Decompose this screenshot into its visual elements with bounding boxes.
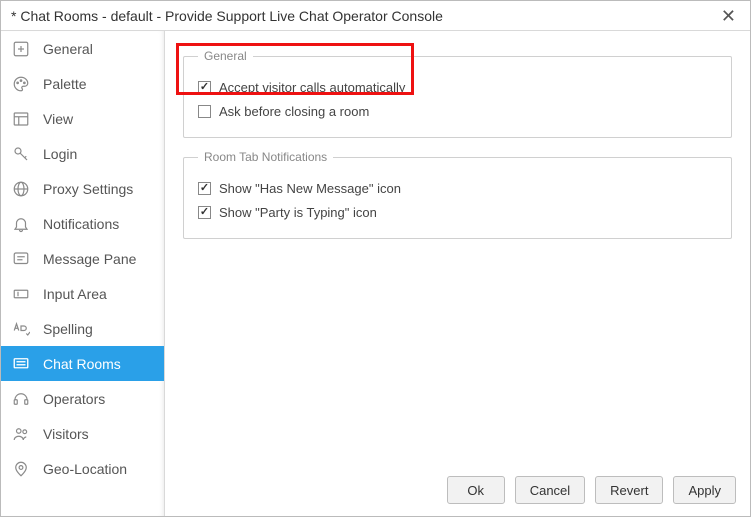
sidebar-item-label: Geo-Location xyxy=(43,461,127,477)
checkbox-icon xyxy=(198,206,211,219)
sidebar-item-label: Input Area xyxy=(43,286,107,302)
apply-button[interactable]: Apply xyxy=(673,476,736,504)
group-legend: General xyxy=(198,49,253,63)
chat-lines-icon xyxy=(11,355,31,373)
bell-icon xyxy=(11,215,31,233)
dialog-footer: Ok Cancel Revert Apply xyxy=(165,464,750,516)
sidebar-item-general[interactable]: General xyxy=(1,31,164,66)
sidebar-item-label: Operators xyxy=(43,391,105,407)
checkbox-label: Show "Party is Typing" icon xyxy=(219,205,377,220)
palette-icon xyxy=(11,75,31,93)
globe-icon xyxy=(11,180,31,198)
checkbox-label: Accept visitor calls automatically xyxy=(219,80,405,95)
checkbox-label: Show "Has New Message" icon xyxy=(219,181,401,196)
spellcheck-icon xyxy=(11,320,31,338)
sidebar: General Palette View Login Proxy Setting… xyxy=(1,31,165,516)
sidebar-item-label: Chat Rooms xyxy=(43,356,121,372)
sidebar-item-palette[interactable]: Palette xyxy=(1,66,164,101)
input-cursor-icon xyxy=(11,285,31,303)
checkbox-label: Ask before closing a room xyxy=(219,104,369,119)
close-icon[interactable]: ✕ xyxy=(715,5,742,27)
sidebar-item-label: Proxy Settings xyxy=(43,181,133,197)
ok-button[interactable]: Ok xyxy=(447,476,505,504)
checkbox-accept-calls[interactable]: Accept visitor calls automatically xyxy=(198,75,717,99)
message-lines-icon xyxy=(11,250,31,268)
sidebar-item-input-area[interactable]: Input Area xyxy=(1,276,164,311)
headset-icon xyxy=(11,390,31,408)
group-general: General Accept visitor calls automatical… xyxy=(183,49,732,138)
checkbox-ask-close[interactable]: Ask before closing a room xyxy=(198,99,717,123)
sidebar-item-login[interactable]: Login xyxy=(1,136,164,171)
checkbox-icon xyxy=(198,182,211,195)
settings-panel: General Accept visitor calls automatical… xyxy=(165,31,750,464)
sidebar-item-spelling[interactable]: Spelling xyxy=(1,311,164,346)
sidebar-item-notifications[interactable]: Notifications xyxy=(1,206,164,241)
checkbox-new-message[interactable]: Show "Has New Message" icon xyxy=(198,176,717,200)
sidebar-item-message-pane[interactable]: Message Pane xyxy=(1,241,164,276)
title-bar: * Chat Rooms - default - Provide Support… xyxy=(1,1,750,31)
checkbox-icon xyxy=(198,81,211,94)
layout-icon xyxy=(11,110,31,128)
users-icon xyxy=(11,425,31,443)
sidebar-item-label: View xyxy=(43,111,73,127)
sidebar-item-label: Palette xyxy=(43,76,87,92)
map-pin-icon xyxy=(11,460,31,478)
group-room-tab: Room Tab Notifications Show "Has New Mes… xyxy=(183,150,732,239)
sidebar-item-label: Visitors xyxy=(43,426,89,442)
group-legend: Room Tab Notifications xyxy=(198,150,333,164)
sidebar-item-proxy[interactable]: Proxy Settings xyxy=(1,171,164,206)
sidebar-item-label: Message Pane xyxy=(43,251,136,267)
checkbox-icon xyxy=(198,105,211,118)
sidebar-item-label: Login xyxy=(43,146,77,162)
checkbox-typing[interactable]: Show "Party is Typing" icon xyxy=(198,200,717,224)
sidebar-item-geo-location[interactable]: Geo-Location xyxy=(1,451,164,486)
revert-button[interactable]: Revert xyxy=(595,476,663,504)
sidebar-item-chat-rooms[interactable]: Chat Rooms xyxy=(1,346,164,381)
window-title: * Chat Rooms - default - Provide Support… xyxy=(11,8,443,24)
sidebar-item-label: General xyxy=(43,41,93,57)
key-icon xyxy=(11,145,31,163)
plus-square-icon xyxy=(11,40,31,58)
sidebar-item-label: Notifications xyxy=(43,216,119,232)
sidebar-item-operators[interactable]: Operators xyxy=(1,381,164,416)
sidebar-item-label: Spelling xyxy=(43,321,93,337)
sidebar-item-view[interactable]: View xyxy=(1,101,164,136)
sidebar-item-visitors[interactable]: Visitors xyxy=(1,416,164,451)
cancel-button[interactable]: Cancel xyxy=(515,476,585,504)
